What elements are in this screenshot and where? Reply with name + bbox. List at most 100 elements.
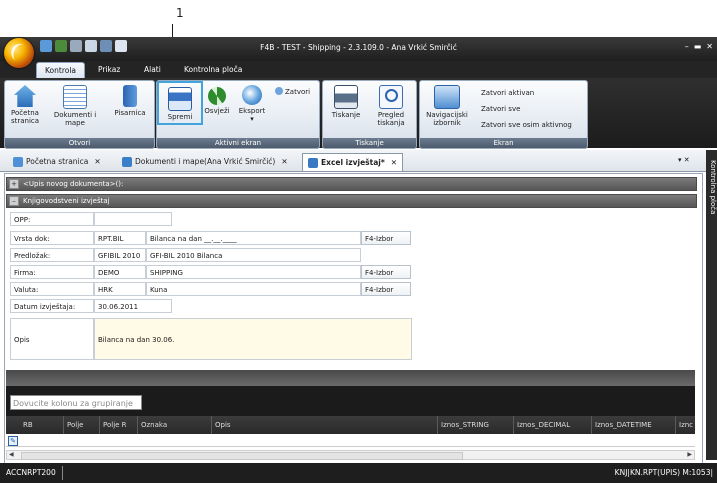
section-label: <Upis novog dokumenta>(): xyxy=(23,180,124,188)
zatvori-aktivan-button[interactable]: Zatvori aktivan xyxy=(481,89,534,98)
firma-f4-button[interactable]: F4-Izbor xyxy=(361,265,411,279)
minimize-button[interactable]: – xyxy=(685,42,689,51)
firma-field[interactable]: DEMO xyxy=(94,265,146,279)
pisarnica-button[interactable]: Pisarnica xyxy=(109,85,151,117)
close-icon[interactable]: ✕ xyxy=(94,153,100,170)
collapse-icon[interactable]: – xyxy=(9,196,19,206)
osvjezi-button[interactable]: Osvježi xyxy=(203,87,231,115)
tiskanje-button[interactable]: Tiskanje xyxy=(327,85,365,119)
section-report[interactable]: – Knjigovodstveni izvještaj xyxy=(6,194,697,208)
ribbon-group-aktivni-ekran: Spremi Osvježi Eksport ▾ Zatvori Aktivni… xyxy=(156,80,320,149)
tab-prikaz[interactable]: Prikaz xyxy=(90,62,128,78)
pocetna-stranica-label: Početna stranica xyxy=(10,109,40,125)
zatvori-label: Zatvori xyxy=(285,88,311,96)
valuta-label: Valuta: xyxy=(10,282,94,296)
column-header[interactable]: Iznos_DECIMAL xyxy=(514,416,592,434)
section-new-document[interactable]: + <Upis novog dokumenta>(): xyxy=(6,177,697,191)
doc-tab-dokumenti[interactable]: Dokumenti i mape(Ana Vrkić Smirčić) ✕ xyxy=(117,153,293,170)
close-window-button[interactable]: ✕ xyxy=(706,42,713,51)
pisarnica-label: Pisarnica xyxy=(114,109,146,117)
datum-izvjestaja-label: Datum izvještaja: xyxy=(10,299,94,313)
doc-tab-excel-izvjestaj[interactable]: Excel izvještaj* ✕ xyxy=(302,153,404,171)
group-caption-aktivni-ekran: Aktivni ekran xyxy=(157,138,319,148)
home-icon xyxy=(14,85,36,107)
tab-strip-controls[interactable]: ▾ ✕ xyxy=(678,156,690,164)
opp-field[interactable] xyxy=(94,212,172,226)
print-icon xyxy=(334,85,358,109)
new-row[interactable] xyxy=(6,434,695,447)
ribbon-group-otvori: Početna stranica Dokumenti i mape Pisarn… xyxy=(4,80,155,149)
group-by-box[interactable]: Dovucite kolonu za grupiranje xyxy=(10,395,142,410)
edit-row-icon: ✎ xyxy=(8,436,18,446)
column-header[interactable]: Iznos_STRING xyxy=(438,416,514,434)
column-header[interactable]: Polje R xyxy=(100,416,138,434)
print-preview-icon xyxy=(379,85,403,109)
maximize-button[interactable]: ▬ xyxy=(694,42,702,51)
dokumenti-i-mape-button[interactable]: Dokumenti i mape xyxy=(49,85,101,127)
column-header[interactable]: Oznaka xyxy=(138,416,212,434)
scroll-left-icon[interactable]: ◀ xyxy=(9,451,14,459)
vrsta-dok-label: Vrsta dok: xyxy=(10,231,94,245)
opp-label: OPP: xyxy=(10,212,94,226)
kontrolna-ploca-side-panel[interactable]: Kontrolna ploča xyxy=(706,150,717,460)
zatvori-button[interactable]: Zatvori xyxy=(275,87,310,97)
predlozak-description: GFI-BIL 2010 Bilanca xyxy=(146,248,361,262)
doc-tab-label: Excel izvještaj* xyxy=(321,158,385,167)
scroll-thumb[interactable] xyxy=(21,452,463,460)
tab-kontrola[interactable]: Kontrola xyxy=(36,62,86,79)
tiskanje-label: Tiskanje xyxy=(331,111,361,119)
section-label: Knjigovodstveni izvještaj xyxy=(23,197,110,205)
group-caption-tiskanje: Tiskanje xyxy=(323,138,416,148)
pregled-tiskanja-button[interactable]: Pregled tiskanja xyxy=(371,85,411,127)
documents-icon xyxy=(122,156,132,167)
opis-field[interactable]: Bilanca na dan 30.06. xyxy=(94,318,412,360)
vrsta-dok-f4-button[interactable]: F4-Izbor xyxy=(361,231,411,245)
horizontal-scrollbar[interactable]: ◀ ▶ xyxy=(6,450,695,460)
ribbon-group-ekran: Navigacijski izbornik Zatvori aktivan Za… xyxy=(419,80,588,149)
firma-label: Firma: xyxy=(10,265,94,279)
window-title: F4B - TEST - Shipping - 2.3.109.0 - Ana … xyxy=(260,43,457,52)
vrsta-dok-description: Bilanca na dan __.__.____ xyxy=(146,231,361,245)
navigacijski-izbornik-button[interactable]: Navigacijski izbornik xyxy=(423,85,471,127)
osvjezi-label: Osvježi xyxy=(204,107,230,115)
spremi-button[interactable]: Spremi xyxy=(157,81,203,125)
close-doc-icon xyxy=(275,87,283,95)
doc-tab-pocetna[interactable]: Početna stranica ✕ xyxy=(8,153,106,170)
firma-description: SHIPPING xyxy=(146,265,361,279)
scroll-right-icon[interactable]: ▶ xyxy=(687,451,692,459)
zatvori-sve-osim-button[interactable]: Zatvori sve osim aktivnog xyxy=(481,121,572,130)
column-header[interactable]: Polje xyxy=(64,416,100,434)
app-logo[interactable] xyxy=(4,38,34,68)
pocetna-stranica-button[interactable]: Početna stranica xyxy=(7,85,43,125)
eksport-button[interactable]: Eksport ▾ xyxy=(235,85,269,123)
tab-alati[interactable]: Alati xyxy=(136,62,169,78)
column-header[interactable]: Iznos_DATETIME xyxy=(592,416,676,434)
navigacijski-label: Navigacijski izbornik xyxy=(426,111,468,127)
group-caption-otvori: Otvori xyxy=(5,138,154,148)
predlozak-field[interactable]: GFIBIL 2010 xyxy=(94,248,146,262)
valuta-field[interactable]: HRK xyxy=(94,282,146,296)
column-header[interactable]: Opis xyxy=(212,416,438,434)
vrsta-dok-field[interactable]: RPT.BIL xyxy=(94,231,146,245)
ribbon-group-tiskanje: Tiskanje Pregled tiskanja Tiskanje xyxy=(322,80,417,149)
status-screen-code: ACCNRPT200 xyxy=(6,468,56,477)
window-controls: – ▬ ✕ xyxy=(685,42,713,51)
zatvori-sve-button[interactable]: Zatvori sve xyxy=(481,105,520,114)
valuta-description: Kuna xyxy=(146,282,361,296)
grid-caption-bar xyxy=(6,370,695,386)
tab-kontrolna-ploca[interactable]: Kontrolna ploča xyxy=(176,62,250,78)
expand-icon[interactable]: + xyxy=(9,179,19,189)
pisarnica-icon xyxy=(123,85,137,107)
column-header[interactable]: RB xyxy=(20,416,64,434)
documents-icon xyxy=(63,85,87,109)
side-panel-label: Kontrolna ploča xyxy=(709,160,717,215)
valuta-f4-button[interactable]: F4-Izbor xyxy=(361,282,411,296)
pregled-label: Pregled tiskanja xyxy=(377,111,405,127)
save-icon xyxy=(168,87,192,111)
column-header[interactable]: Iznc xyxy=(676,416,695,434)
group-caption-ekran: Ekran xyxy=(420,138,587,148)
excel-report-icon xyxy=(308,157,318,168)
close-icon[interactable]: ✕ xyxy=(391,154,397,171)
close-icon[interactable]: ✕ xyxy=(281,153,287,170)
datum-izvjestaja-field[interactable]: 30.06.2011 xyxy=(94,299,172,313)
